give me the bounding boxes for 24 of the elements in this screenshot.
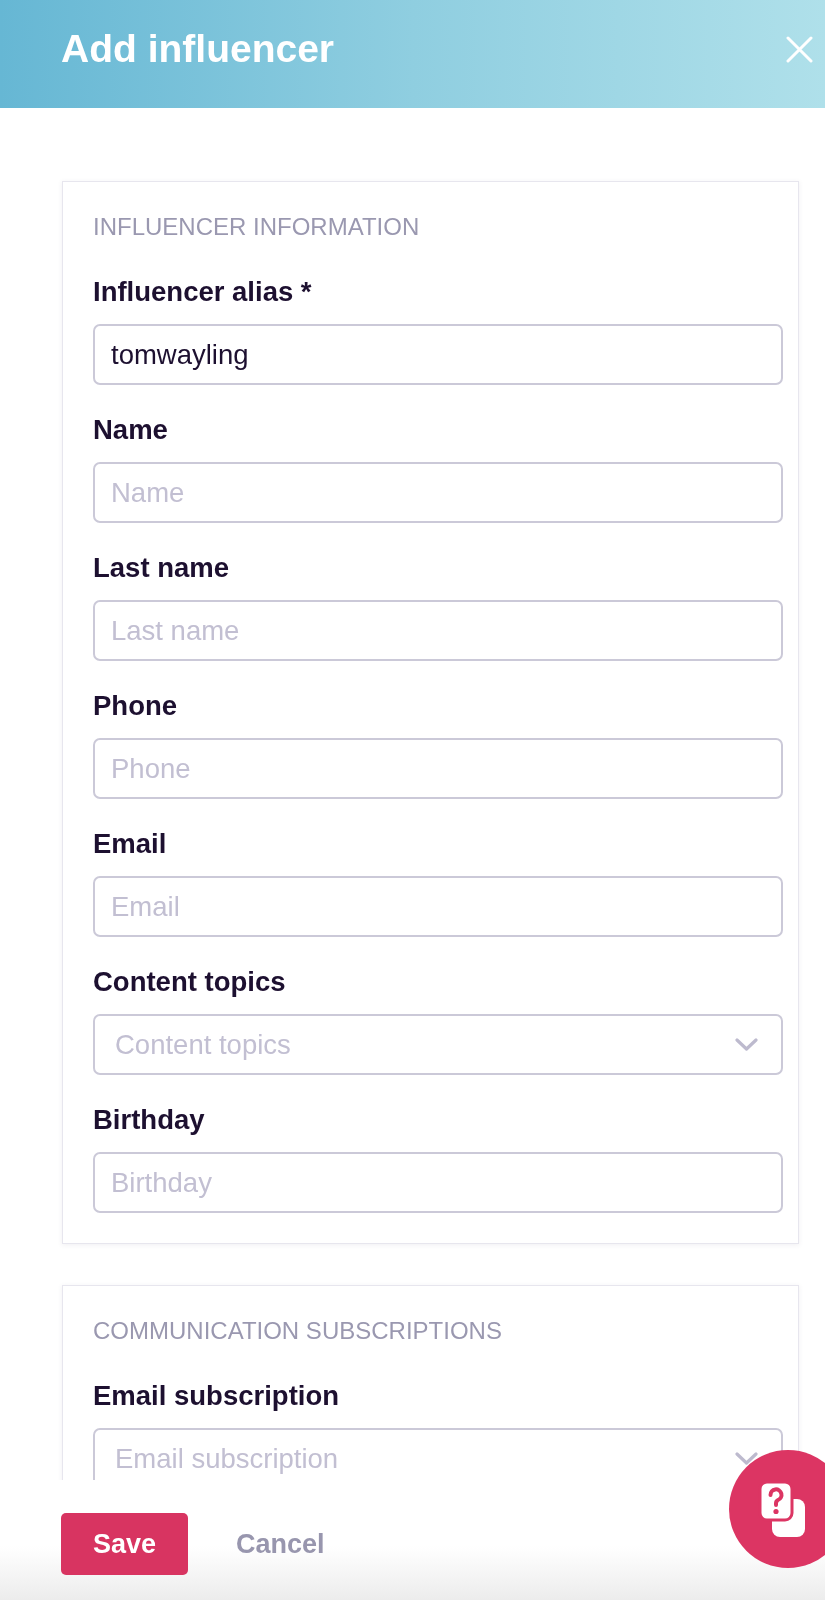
section-heading: COMMUNICATION SUBSCRIPTIONS	[93, 1316, 503, 1346]
field-label: Email subscription	[93, 1380, 340, 1412]
question-bubble-icon	[758, 1480, 806, 1538]
text-field[interactable]: Email	[93, 876, 783, 937]
field-label: Email	[93, 828, 167, 860]
save-button[interactable]: Save	[61, 1513, 188, 1575]
field-label: Content topics	[93, 966, 286, 998]
text-field[interactable]: Phone	[93, 738, 783, 799]
dropdown-field[interactable]: Email subscription	[93, 1428, 783, 1480]
chevron-down-icon	[735, 1452, 758, 1465]
text-field[interactable]: Birthday	[93, 1152, 783, 1213]
dialog-title: Add influencer	[61, 26, 335, 72]
field-label: Name	[93, 414, 168, 446]
text-field[interactable]: tomwayling	[93, 324, 783, 385]
field-label: Last name	[93, 552, 230, 584]
text-field[interactable]: Last name	[93, 600, 783, 661]
field-label: Phone	[93, 690, 178, 722]
chevron-down-icon	[735, 1038, 758, 1051]
section-heading: INFLUENCER INFORMATION	[93, 212, 421, 242]
dropdown-field[interactable]: Content topics	[93, 1014, 783, 1075]
field-label: Birthday	[93, 1104, 205, 1136]
cancel-button[interactable]: Cancel	[224, 1513, 337, 1575]
field-label: Influencer alias *	[93, 276, 312, 308]
text-field[interactable]: Name	[93, 462, 783, 523]
